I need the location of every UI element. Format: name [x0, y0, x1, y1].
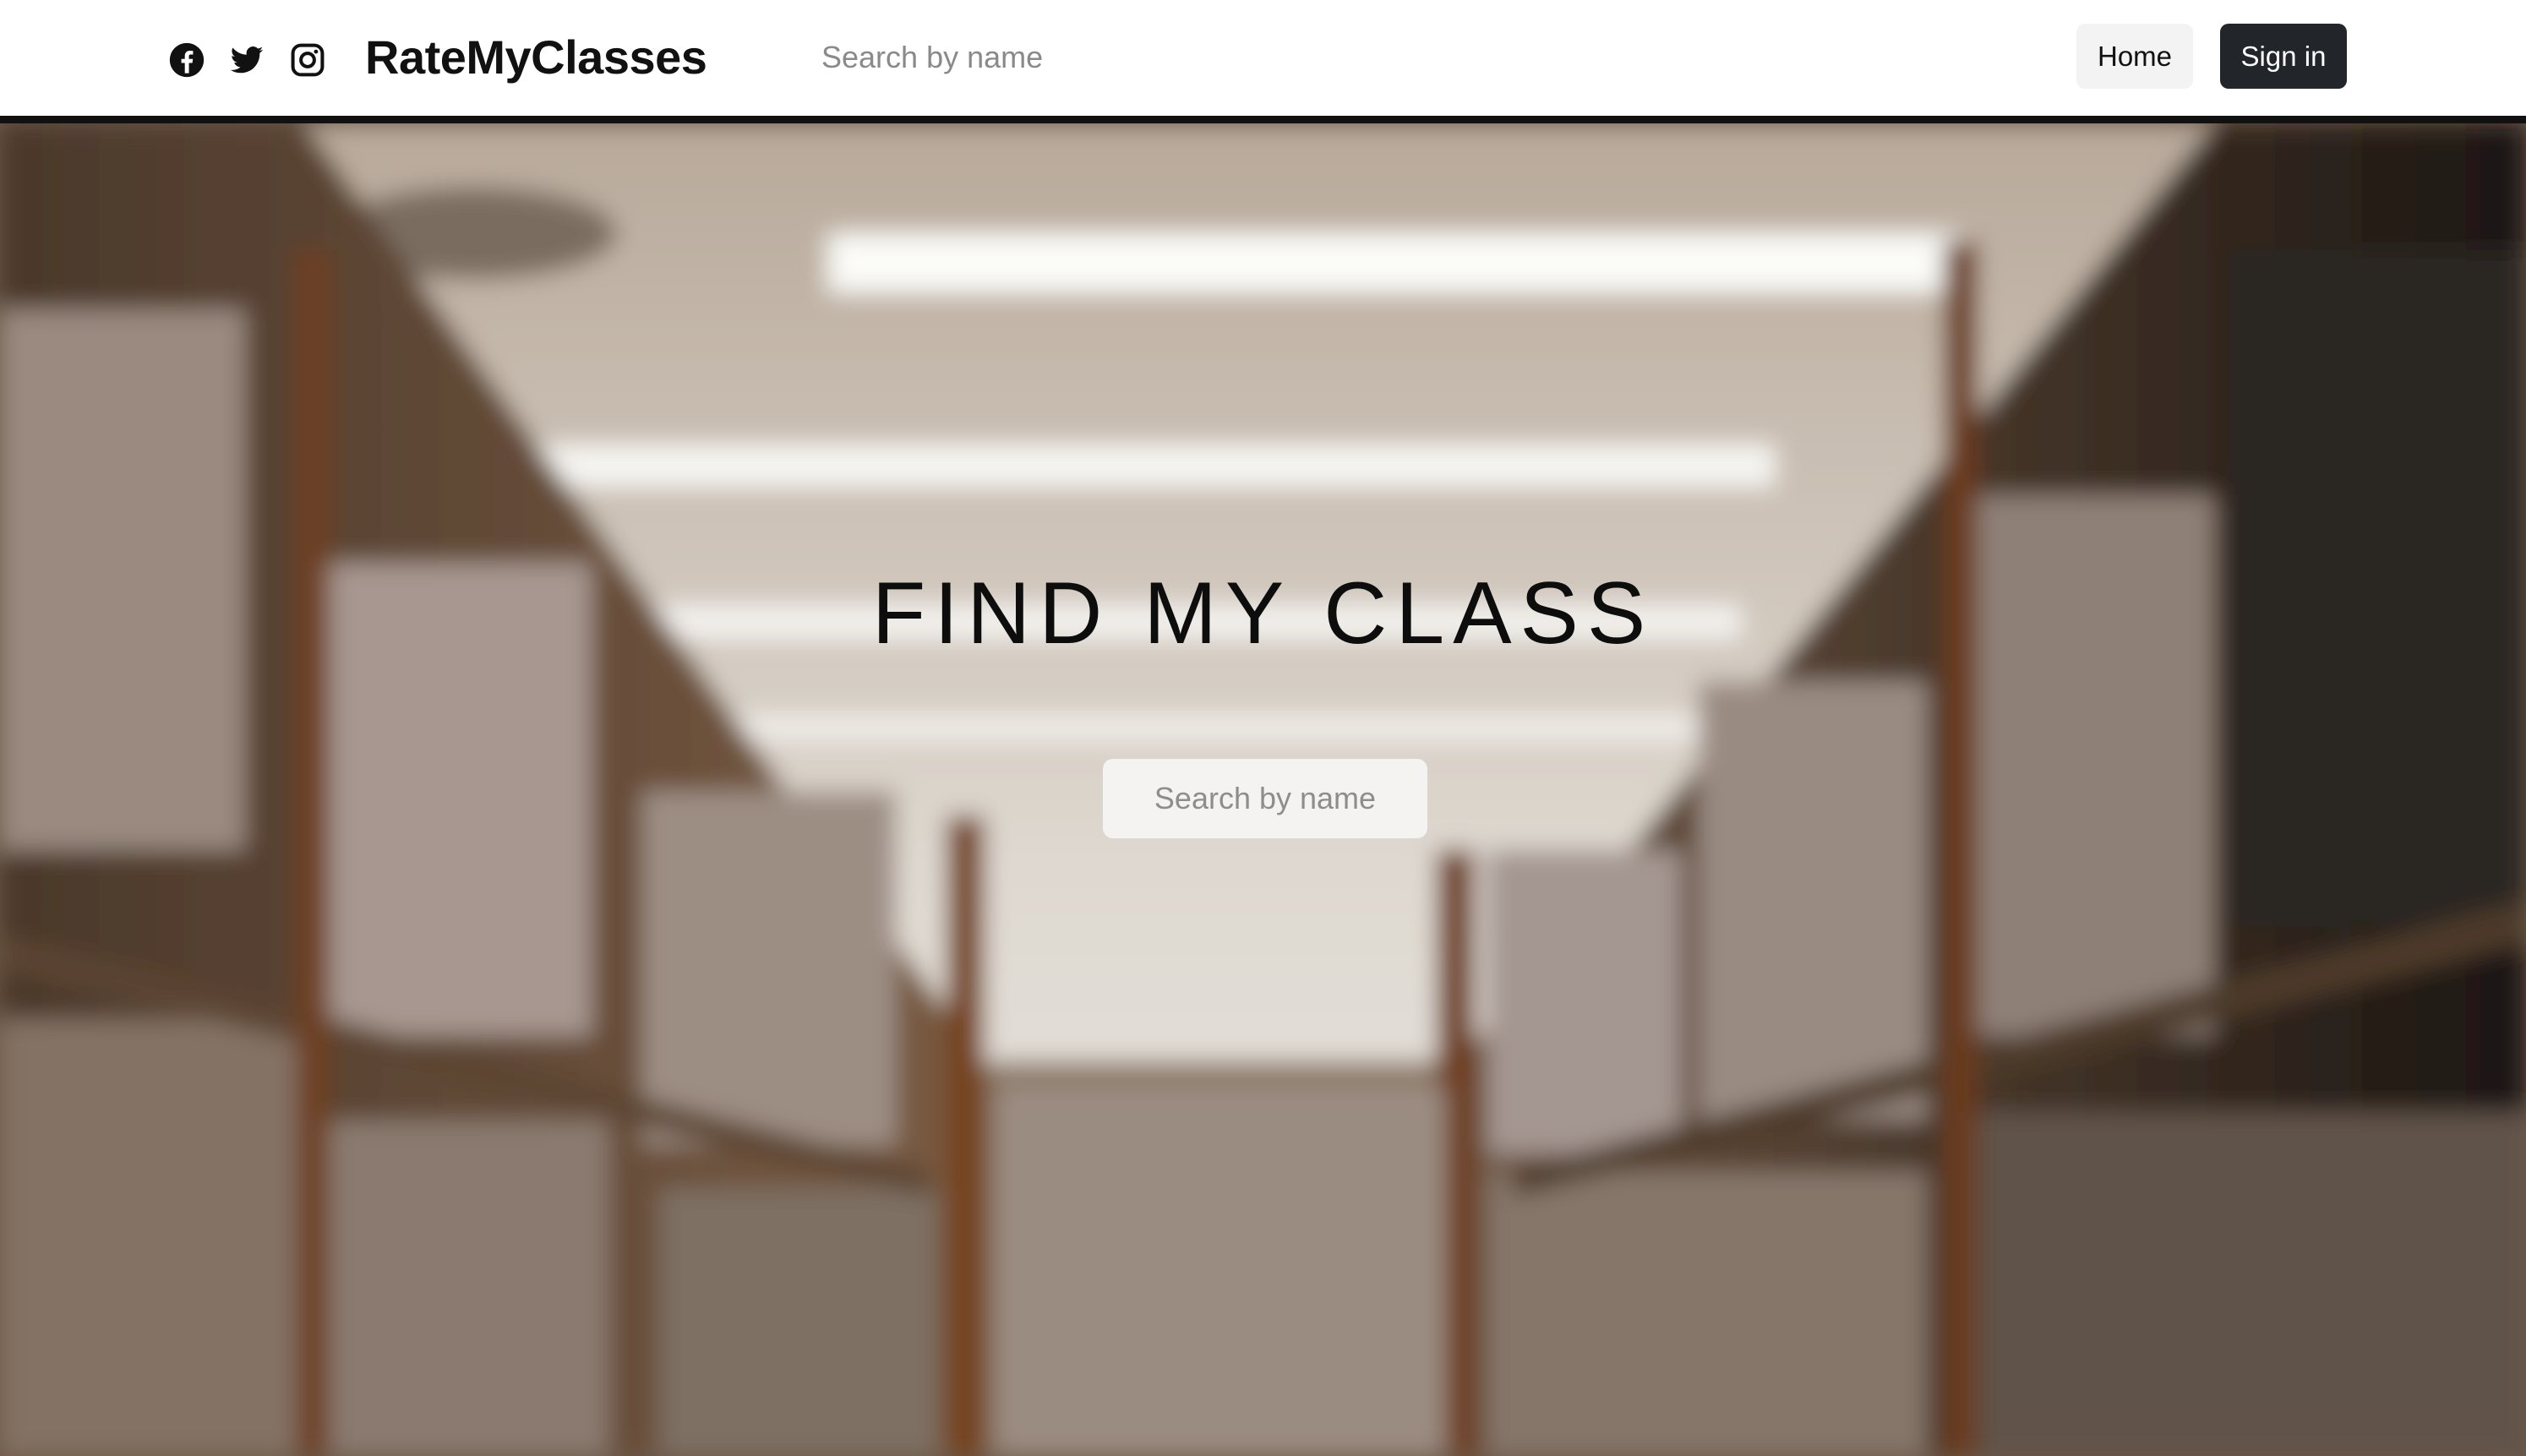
hero-search-input[interactable] [1103, 759, 1427, 838]
instagram-icon[interactable] [289, 41, 326, 79]
hero-section: FIND MY CLASS [0, 123, 2526, 1456]
header-search-input[interactable] [813, 27, 1337, 88]
facebook-icon[interactable] [168, 41, 205, 79]
top-navbar: RateMyClasses Home Sign in [0, 0, 2526, 123]
twitter-icon[interactable] [228, 41, 265, 79]
brand-logo[interactable]: RateMyClasses [365, 28, 707, 87]
sign-in-button[interactable]: Sign in [2220, 24, 2347, 89]
home-button[interactable]: Home [2076, 24, 2193, 89]
hero-title: FIND MY CLASS [871, 564, 1655, 663]
